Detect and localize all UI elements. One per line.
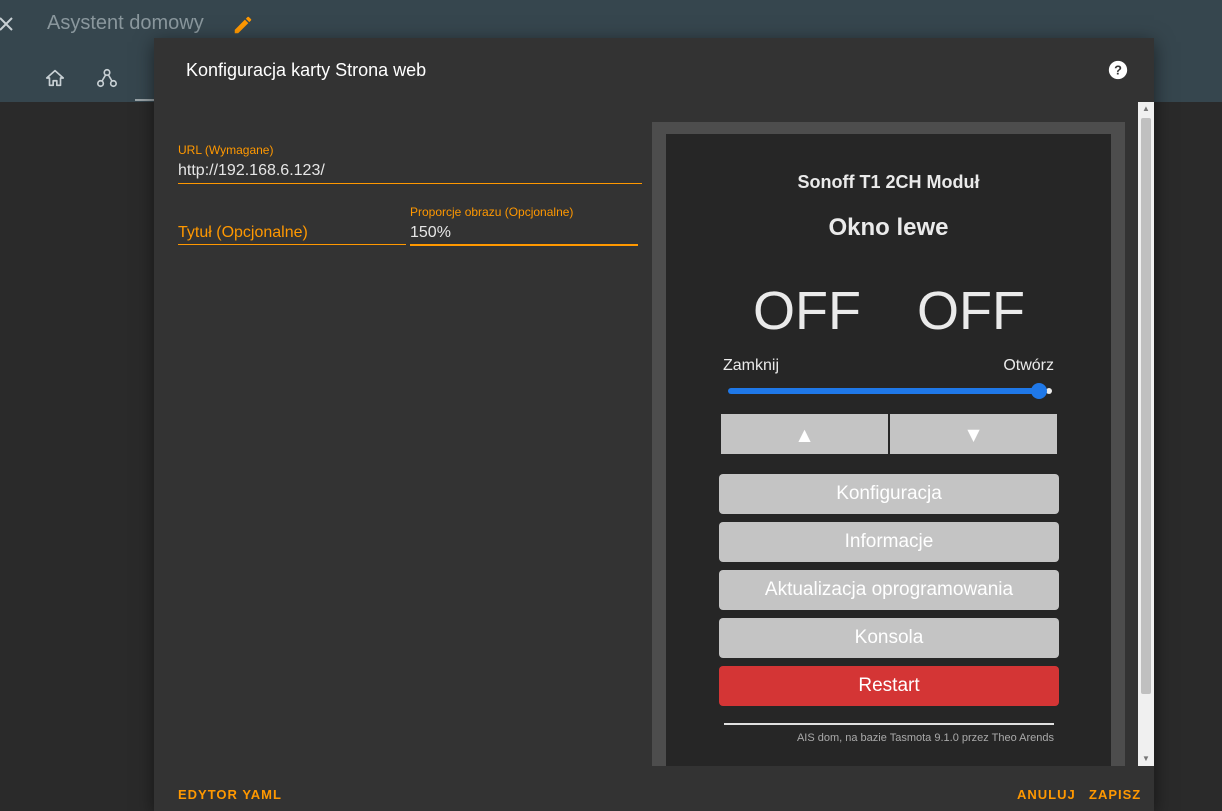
tab-underline (135, 99, 155, 101)
url-field-label: URL (Wymagane) (178, 143, 274, 157)
shutter-slider[interactable] (728, 388, 1046, 394)
svg-text:?: ? (1114, 63, 1122, 78)
information-button[interactable]: Informacje (719, 522, 1059, 562)
webpage-preview-frame: Sonoff T1 2CH Moduł Okno lewe OFF OFF Za… (652, 122, 1125, 766)
footer-divider (724, 723, 1054, 725)
scroll-down-icon[interactable]: ▼ (1138, 752, 1154, 766)
pencil-icon[interactable] (232, 14, 254, 36)
title-field-underline (178, 244, 406, 245)
slider-thumb[interactable] (1031, 383, 1047, 399)
yaml-editor-button[interactable]: EDYTOR YAML (178, 787, 282, 802)
aspect-ratio-label: Proporcje obrazu (Opcjonalne) (410, 205, 574, 219)
close-icon[interactable] (0, 14, 16, 34)
console-button[interactable]: Konsola (719, 618, 1059, 658)
help-icon[interactable]: ? (1107, 59, 1129, 81)
aspect-ratio-value[interactable]: 150% (410, 224, 451, 242)
app-title: Asystent domowy (47, 12, 204, 34)
state-2: OFF (917, 281, 1025, 341)
scroll-up-icon[interactable]: ▲ (1138, 102, 1154, 116)
home-icon[interactable] (44, 67, 66, 89)
down-button[interactable]: ▼ (890, 414, 1057, 454)
url-field-value[interactable]: http://192.168.6.123/ (178, 162, 325, 180)
configuration-button[interactable]: Konfiguracja (719, 474, 1059, 514)
scrollbar[interactable]: ▲ ▼ (1138, 102, 1154, 766)
restart-button[interactable]: Restart (719, 666, 1059, 706)
slider-right-label: Otwórz (1003, 357, 1054, 374)
save-button[interactable]: ZAPISZ (1089, 787, 1141, 802)
cancel-button[interactable]: ANULUJ (1017, 787, 1076, 802)
dialog-title: Konfiguracja karty Strona web (186, 60, 427, 80)
url-field-underline (178, 183, 642, 184)
up-button[interactable]: ▲ (721, 414, 888, 454)
state-1: OFF (753, 281, 861, 341)
device-label: Okno lewe (828, 214, 949, 241)
firmware-update-button[interactable]: Aktualizacja oprogramowania (719, 570, 1059, 610)
card-config-dialog: Konfiguracja karty Strona web ? URL (Wym… (154, 38, 1154, 811)
webpage-preview-content[interactable]: Sonoff T1 2CH Moduł Okno lewe OFF OFF Za… (666, 134, 1111, 766)
device-name: Sonoff T1 2CH Moduł (797, 172, 980, 192)
footer-text: AIS dom, na bazie Tasmota 9.1.0 przez Th… (796, 732, 1054, 744)
aspect-ratio-underline (410, 244, 638, 246)
title-field-placeholder[interactable]: Tytuł (Opcjonalne) (178, 224, 308, 242)
scroll-thumb[interactable] (1141, 118, 1151, 694)
nodes-icon[interactable] (96, 67, 118, 89)
slider-left-label: Zamknij (723, 357, 780, 374)
